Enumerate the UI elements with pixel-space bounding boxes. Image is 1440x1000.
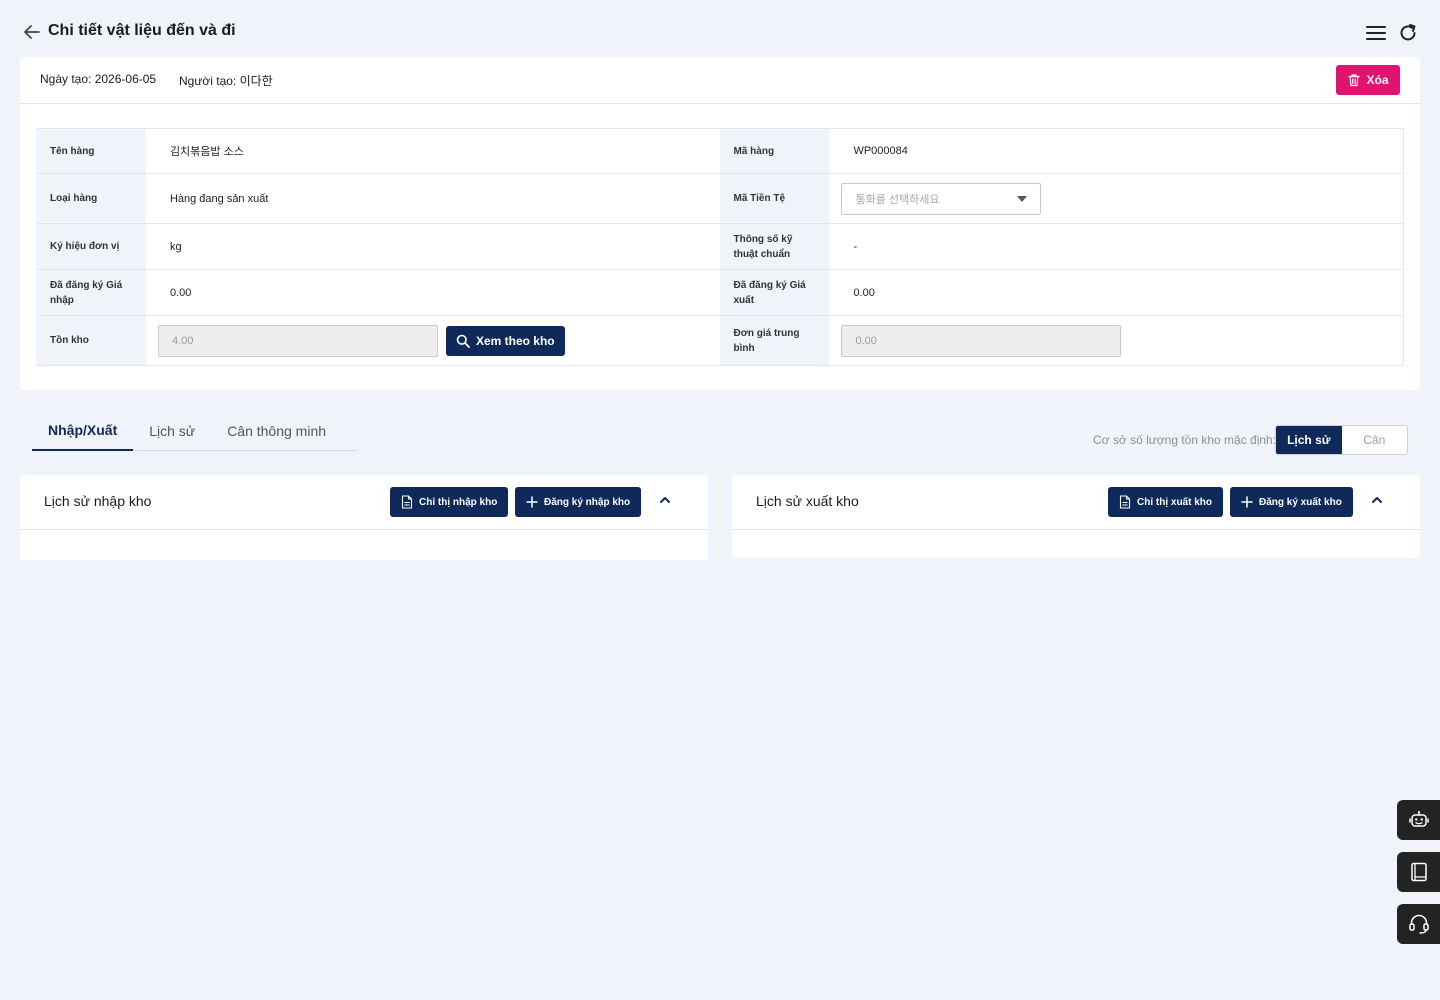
stock-basis-label: Cơ sở số lượng tồn kho mặc định:	[1093, 433, 1277, 447]
buy-price-label: Đã đăng ký Giá nhập	[36, 270, 146, 315]
detail-card: Ngày tạo: 2026-06-05 Người tạo: 이다한 Xóa …	[20, 57, 1420, 390]
detail-row: Đã đăng ký Giá nhập 0.00 Đã đăng ký Giá …	[36, 270, 1403, 316]
inbound-title: Lịch sử nhập kho	[44, 493, 152, 509]
outbound-register-button[interactable]: Đăng ký xuất kho	[1230, 487, 1353, 517]
tab-inout[interactable]: Nhập/Xuất	[32, 411, 134, 451]
stock-basis-toggle: Lịch sử Cân	[1275, 425, 1408, 455]
item-name-label: Tên hàng	[36, 129, 146, 173]
book-icon	[1410, 862, 1427, 882]
outbound-register-label: Đăng ký xuất kho	[1259, 496, 1342, 508]
avg-price-label: Đơn giá trung bình	[719, 316, 830, 365]
detail-row: Loại hàng Hàng đang sản xuất Mã Tiền Tệ …	[36, 174, 1403, 224]
basis-option-scale[interactable]: Cân	[1341, 426, 1407, 454]
view-by-warehouse-label: Xem theo kho	[475, 333, 555, 348]
basis-option-history[interactable]: Lịch sử	[1276, 426, 1342, 454]
plus-icon	[1241, 496, 1253, 508]
delete-label: Xóa	[1366, 73, 1389, 87]
sell-price-label: Đã đăng ký Giá xuất	[719, 270, 830, 315]
unit-label: Ký hiệu đơn vị	[36, 224, 146, 269]
stock-label: Tồn kho	[36, 316, 146, 365]
card-header: Ngày tạo: 2026-06-05 Người tạo: 이다한 Xóa	[20, 57, 1420, 104]
search-icon	[456, 334, 470, 348]
support-button[interactable]	[1397, 904, 1440, 944]
outbound-panel-header: Lịch sử xuất kho Chỉ thị xuất kho Đăng k…	[732, 475, 1420, 530]
tab-bar: Nhập/Xuất Lịch sử Cân thông minh	[32, 411, 358, 451]
ai-assistant-button[interactable]	[1397, 800, 1440, 840]
item-code-value: WP000084	[853, 145, 908, 157]
created-date: Ngày tạo: 2026-06-05	[40, 72, 157, 86]
inbound-register-label: Đăng ký nhập kho	[544, 496, 631, 508]
delete-button[interactable]: Xóa	[1336, 65, 1400, 95]
inbound-instruction-label: Chỉ thị nhập kho	[419, 496, 498, 508]
plus-icon	[526, 496, 538, 508]
tab-smart-scale[interactable]: Cân thông minh	[211, 411, 342, 451]
detail-row: Tồn kho 4.00 Xem theo kho Đơn giá trung …	[36, 316, 1403, 366]
currency-placeholder: 통화를 선택하세요	[855, 193, 940, 206]
spec-label: Thông số kỹ thuật chuẩn	[719, 224, 830, 269]
outbound-instruction-button[interactable]: Chỉ thị xuất kho	[1108, 487, 1223, 517]
unit-value: kg	[169, 240, 182, 253]
page-title: Chi tiết vật liệu đến và đi	[48, 22, 236, 39]
tab-history[interactable]: Lịch sử	[133, 411, 211, 451]
chevron-up-icon[interactable]	[1370, 493, 1384, 507]
currency-select[interactable]: 통화를 선택하세요	[841, 182, 1042, 215]
chevron-up-icon[interactable]	[658, 493, 672, 507]
inbound-panel-header: Lịch sử nhập kho Chỉ thị nhập kho Đăng k…	[20, 475, 708, 530]
avg-price-cell: 0.00	[829, 316, 1403, 365]
currency-cell: 통화를 선택하세요	[829, 174, 1403, 223]
inbound-instruction-button[interactable]: Chỉ thị nhập kho	[390, 487, 509, 517]
buy-price-value: 0.00	[169, 286, 192, 299]
currency-label: Mã Tiền Tệ	[719, 174, 830, 223]
trash-icon	[1348, 74, 1361, 87]
document-icon	[1119, 495, 1131, 509]
outbound-instruction-label: Chỉ thị xuất kho	[1137, 496, 1212, 508]
sell-price-value: 0.00	[853, 286, 875, 299]
creator: Người tạo: 이다한	[179, 74, 273, 88]
arrow-left-icon[interactable]	[22, 22, 42, 42]
document-icon	[401, 495, 413, 509]
stock-cell: 4.00 Xem theo kho	[146, 316, 720, 365]
detail-row: Tên hàng 김치볶음밥 소스 Mã hàng WP000084	[36, 129, 1403, 174]
outbound-title: Lịch sử xuất kho	[756, 493, 859, 509]
item-name-value: 김치볶음밥 소스	[169, 146, 244, 158]
outbound-history-panel: Lịch sử xuất kho Chỉ thị xuất kho Đăng k…	[732, 475, 1420, 558]
robot-icon	[1408, 811, 1429, 827]
caret-down-icon	[1017, 195, 1028, 202]
hamburger-menu-icon[interactable]	[1366, 24, 1386, 42]
item-type-value: Hàng đang sản xuất	[169, 192, 269, 205]
refresh-icon[interactable]	[1398, 23, 1418, 43]
inbound-history-panel: Lịch sử nhập kho Chỉ thị nhập kho Đăng k…	[20, 475, 708, 560]
spec-value: -	[853, 240, 858, 253]
item-type-label: Loại hàng	[36, 174, 146, 223]
item-code-label: Mã hàng	[719, 129, 830, 173]
manual-button[interactable]	[1397, 852, 1440, 892]
detail-grid: Tên hàng 김치볶음밥 소스 Mã hàng WP000084 Loại …	[36, 128, 1404, 366]
detail-row: Ký hiệu đơn vị kg Thông số kỹ thuật chuẩ…	[36, 224, 1403, 270]
view-by-warehouse-button[interactable]: Xem theo kho	[445, 325, 565, 356]
top-bar: Chi tiết vật liệu đến và đi	[0, 0, 1440, 57]
stock-input: 4.00	[157, 324, 438, 357]
headset-icon	[1408, 914, 1429, 934]
inbound-register-button[interactable]: Đăng ký nhập kho	[515, 487, 642, 517]
avg-price-input: 0.00	[841, 324, 1122, 357]
